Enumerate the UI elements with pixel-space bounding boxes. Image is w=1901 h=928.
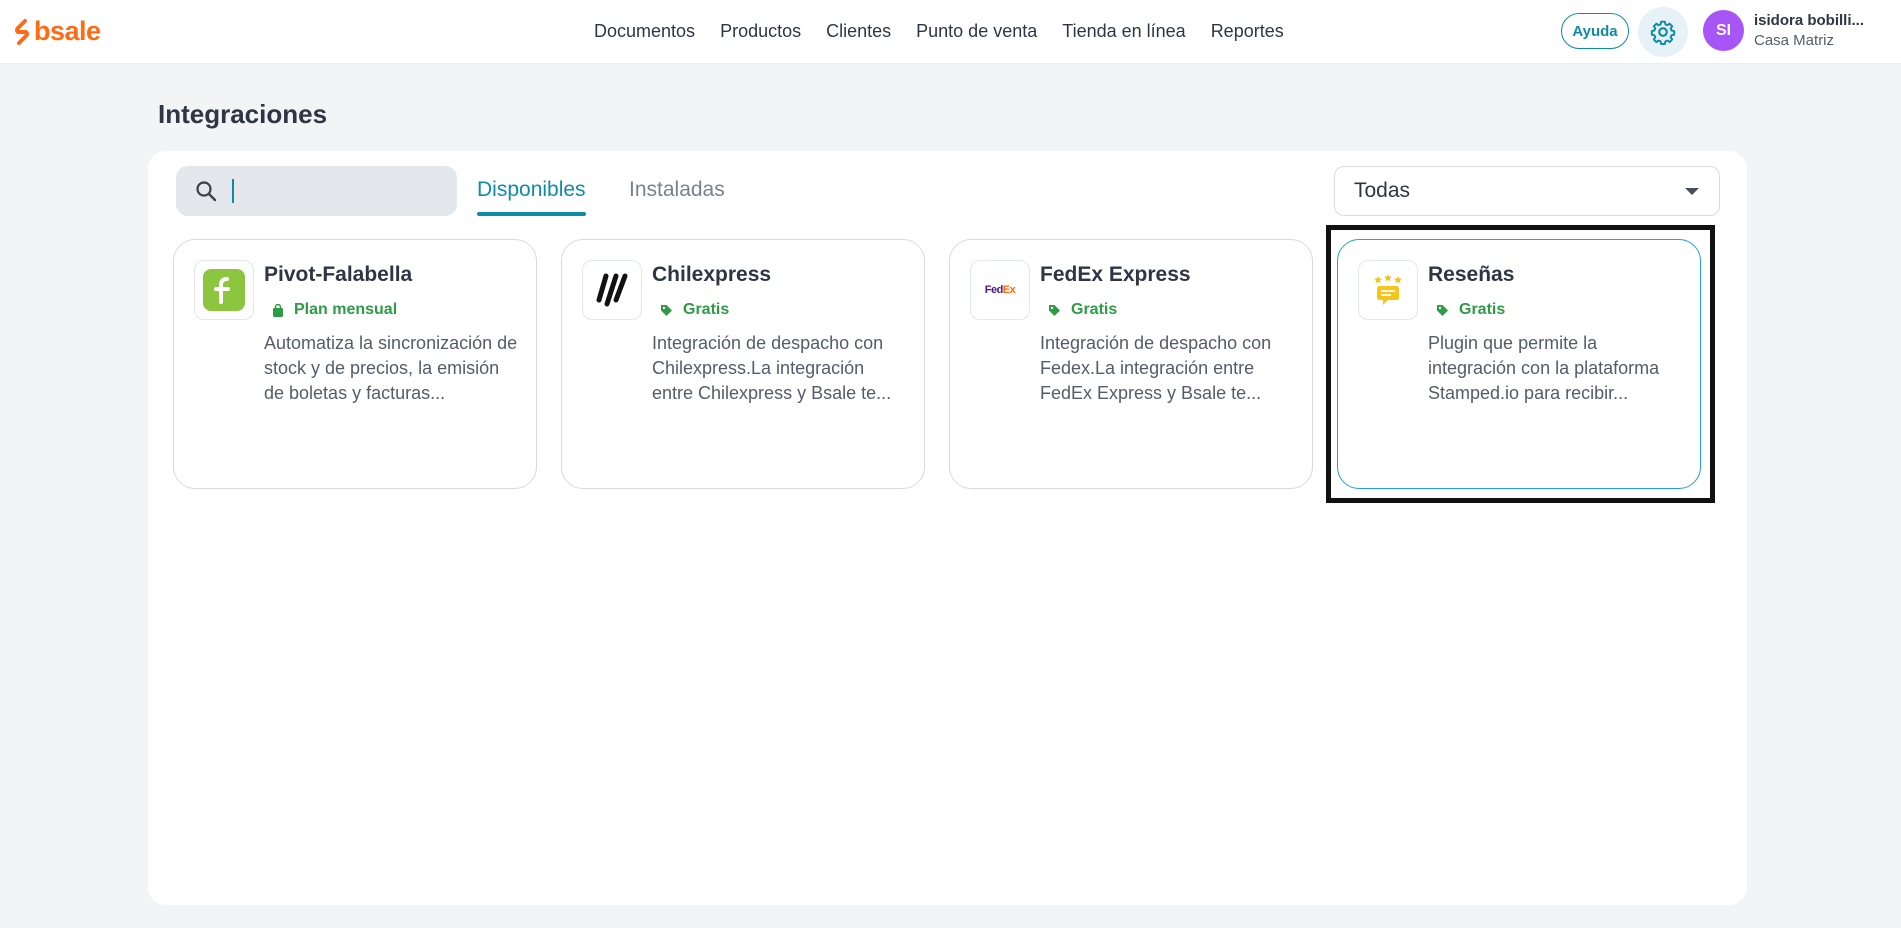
- integration-card-chilexpress[interactable]: Chilexpress Gratis Integración de despac…: [561, 239, 925, 489]
- tab-instaladas-label: Instaladas: [629, 178, 725, 201]
- nav-item-productos[interactable]: Productos: [720, 21, 801, 42]
- card-plan-label: Plan mensual: [294, 301, 398, 318]
- nav-item-clientes[interactable]: Clientes: [826, 21, 891, 42]
- price-tag-icon: [1049, 304, 1060, 316]
- category-filter-value: Todas: [1354, 179, 1411, 202]
- nav-item-punto-de-venta[interactable]: Punto de venta: [916, 21, 1037, 42]
- avatar[interactable]: SI: [1703, 10, 1744, 51]
- nav-item-tienda-en-linea[interactable]: Tienda en línea: [1062, 21, 1185, 42]
- card-price-label: Gratis: [683, 301, 730, 318]
- tab-disponibles[interactable]: Disponibles: [477, 178, 586, 216]
- fedex-logo: FedEx: [970, 260, 1030, 320]
- card-description: Integración de despacho con Fedex.La int…: [1040, 333, 1272, 403]
- chevron-down-icon: [1685, 188, 1699, 195]
- category-filter-select[interactable]: Todas: [1334, 166, 1720, 216]
- page-title: Integraciones: [158, 99, 328, 129]
- fedex-logo-text: FedEx: [984, 284, 1016, 296]
- user-name: isidora bobilli...: [1754, 12, 1865, 29]
- selection-highlight: [1326, 225, 1715, 503]
- card-description: Automatiza la sincronización de stock y …: [264, 333, 518, 403]
- integration-card-fedex-express[interactable]: FedEx FedEx Express Gratis Integración d…: [949, 239, 1313, 489]
- user-branch: Casa Matriz: [1754, 32, 1835, 49]
- search-icon: [196, 181, 217, 202]
- shopping-bag-icon: [273, 303, 283, 317]
- integration-card-pivot-falabella[interactable]: Pivot-Falabella Plan mensual Automatiza …: [173, 239, 537, 489]
- active-tab-indicator: [477, 212, 586, 216]
- brand-name: bsale: [34, 16, 101, 46]
- card-price-badge: Gratis: [660, 301, 729, 319]
- card-description: Integración de despacho con Chilexpress.…: [652, 333, 892, 403]
- card-price-label: Gratis: [1071, 301, 1118, 318]
- chilexpress-logo: [582, 260, 642, 320]
- gear-icon: [1650, 20, 1676, 45]
- card-price-badge: Gratis: [1048, 301, 1117, 319]
- bsale-logo[interactable]: bsale: [14, 16, 101, 47]
- tab-disponibles-label: Disponibles: [477, 178, 586, 201]
- bsale-mark-icon: [15, 18, 29, 45]
- card-title: FedEx Express: [1040, 263, 1191, 286]
- card-plan-badge: Plan mensual: [272, 301, 397, 319]
- price-tag-icon: [661, 304, 672, 316]
- falabella-logo-icon: [203, 269, 245, 311]
- card-title: Pivot-Falabella: [264, 263, 413, 286]
- nav-item-documentos[interactable]: Documentos: [594, 21, 695, 42]
- user-menu[interactable]: isidora bobilli... Casa Matriz: [1754, 12, 1894, 49]
- falabella-logo: [194, 260, 254, 320]
- help-button[interactable]: Ayuda: [1561, 13, 1629, 49]
- settings-button[interactable]: [1638, 7, 1688, 57]
- card-title: Chilexpress: [652, 263, 772, 286]
- top-bar: bsale Documentos Productos Clientes Punt…: [0, 0, 1901, 64]
- search-input[interactable]: [232, 179, 442, 203]
- search-box[interactable]: [176, 166, 457, 216]
- nav-item-reportes[interactable]: Reportes: [1211, 21, 1284, 42]
- tab-instaladas[interactable]: Instaladas: [629, 178, 725, 202]
- main-nav: Documentos Productos Clientes Punto de v…: [594, 0, 1284, 62]
- chilexpress-logo-icon: [596, 273, 628, 307]
